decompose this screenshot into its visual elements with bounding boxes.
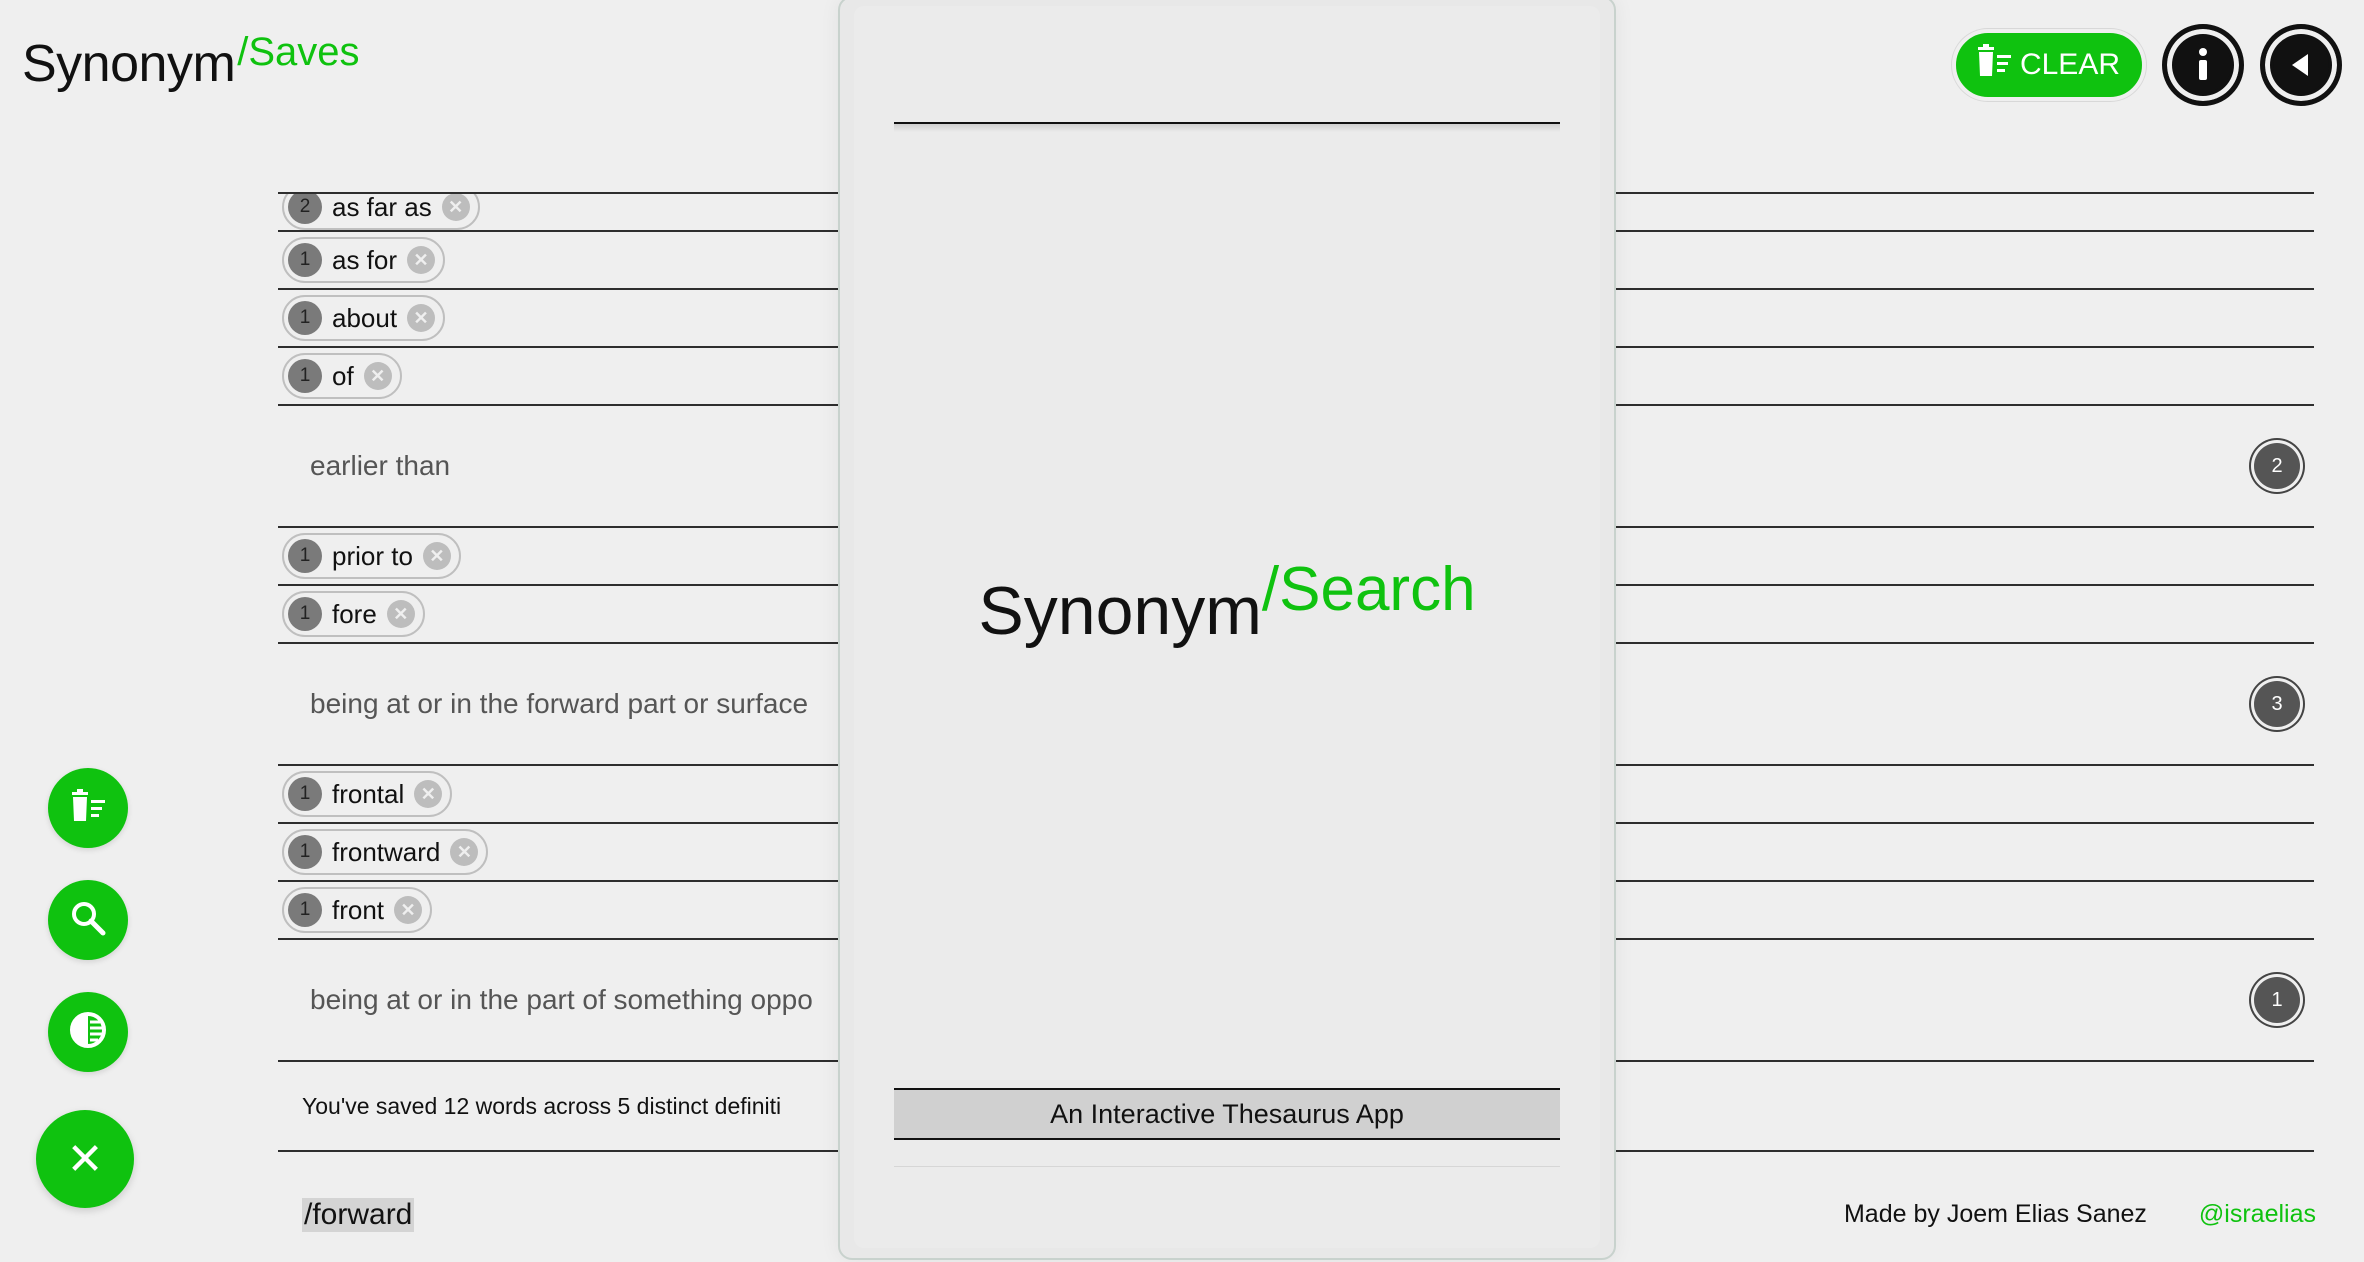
remove-icon[interactable]: ✕ — [407, 246, 436, 274]
chip-count: 1 — [288, 539, 322, 573]
brand-main: Synonym — [22, 35, 236, 93]
word-chip[interactable]: 1 front ✕ — [282, 887, 433, 933]
definition-text: being at or in the part of something opp… — [310, 984, 813, 1015]
word-chip[interactable]: 1 about ✕ — [282, 295, 446, 341]
definition-count-badge: 2 — [2254, 443, 2300, 489]
chip-word: as far as — [332, 194, 432, 222]
definition-text: earlier than — [310, 450, 451, 481]
word-chip[interactable]: 1 of ✕ — [282, 353, 402, 399]
remove-icon[interactable]: ✕ — [386, 600, 415, 628]
chip-word: prior to — [332, 540, 413, 571]
trash-list-icon — [1974, 43, 2014, 87]
word-chip[interactable]: 2 as far as ✕ — [282, 194, 480, 230]
search-overlay-panel: Synonym /Search An Interactive Thesaurus… — [838, 0, 1616, 1260]
chip-word: about — [332, 302, 398, 333]
word-chip[interactable]: 1 as for ✕ — [282, 237, 446, 283]
overlay-inner: Synonym /Search An Interactive Thesaurus… — [854, 6, 1600, 1248]
search-icon — [69, 899, 107, 942]
credit-name: Made by Joem Elias Sanez — [1843, 1200, 2147, 1228]
remove-icon[interactable]: ✕ — [394, 896, 423, 924]
top-actions: CLEAR — [1951, 24, 2342, 106]
remove-icon[interactable]: ✕ — [407, 304, 436, 332]
chip-word: frontward — [332, 836, 441, 867]
remove-icon[interactable]: ✕ — [414, 780, 443, 808]
word-chip[interactable]: 1 fore ✕ — [282, 591, 425, 637]
footer-credit: Made by Joem Elias Sanez @israelias — [1844, 1200, 2316, 1229]
remove-icon[interactable]: ✕ — [363, 362, 392, 390]
chip-word: fore — [332, 598, 377, 629]
brand-sub: /Saves — [237, 30, 360, 74]
info-icon — [2175, 37, 2231, 93]
app-logo[interactable]: Synonym /Saves — [22, 30, 360, 94]
overlay-brand-main: Synonym — [978, 573, 1262, 649]
chip-count: 1 — [288, 243, 322, 277]
info-button[interactable] — [2162, 24, 2244, 106]
chip-count: 1 — [288, 597, 322, 631]
chip-count: 1 — [288, 893, 322, 927]
chip-word: frontal — [332, 778, 405, 809]
app-root: Synonym /Saves CLEAR 2 as far as ✕ 1 as … — [0, 0, 2364, 1262]
summary-text: You've saved 12 words across 5 distinct … — [302, 1092, 782, 1119]
search-button[interactable] — [48, 880, 128, 960]
back-arrow-icon — [2273, 37, 2329, 93]
chip-count: 1 — [288, 359, 322, 393]
divider — [894, 122, 1560, 132]
overlay-tagline: An Interactive Thesaurus App — [894, 1088, 1560, 1140]
clear-button[interactable]: CLEAR — [1951, 29, 2146, 101]
word-chip[interactable]: 1 prior to ✕ — [282, 533, 461, 579]
remove-icon[interactable]: ✕ — [450, 838, 479, 866]
overlay-logo: Synonym /Search — [854, 554, 1600, 650]
divider — [894, 1166, 1560, 1167]
chip-count: 1 — [288, 301, 322, 335]
overlay-brand-sub: /Search — [1261, 555, 1476, 624]
credit-handle-link[interactable]: @israelias — [2199, 1200, 2316, 1229]
word-chip[interactable]: 1 frontward ✕ — [282, 829, 489, 875]
chip-word: of — [332, 360, 354, 391]
back-button[interactable] — [2260, 24, 2342, 106]
chip-count: 1 — [288, 777, 322, 811]
clear-saves-button[interactable] — [48, 768, 128, 848]
trash-list-icon — [68, 788, 108, 829]
close-icon: ✕ — [66, 1134, 104, 1184]
chip-count: 2 — [288, 194, 322, 224]
definition-text: being at or in the forward part or surfa… — [310, 688, 809, 719]
close-menu-button[interactable]: ✕ — [36, 1110, 134, 1208]
definition-count-badge: 1 — [2254, 977, 2300, 1023]
contrast-icon — [68, 1010, 108, 1055]
theme-toggle-button[interactable] — [48, 992, 128, 1072]
remove-icon[interactable]: ✕ — [422, 542, 451, 570]
remove-icon[interactable]: ✕ — [441, 194, 470, 221]
word-chip[interactable]: 1 frontal ✕ — [282, 771, 453, 817]
chip-word: front — [332, 894, 385, 925]
current-query[interactable]: /forward — [302, 1198, 415, 1232]
chip-count: 1 — [288, 835, 322, 869]
clear-label: CLEAR — [2019, 48, 2120, 81]
definition-count-badge: 3 — [2254, 681, 2300, 727]
chip-word: as for — [332, 244, 398, 275]
